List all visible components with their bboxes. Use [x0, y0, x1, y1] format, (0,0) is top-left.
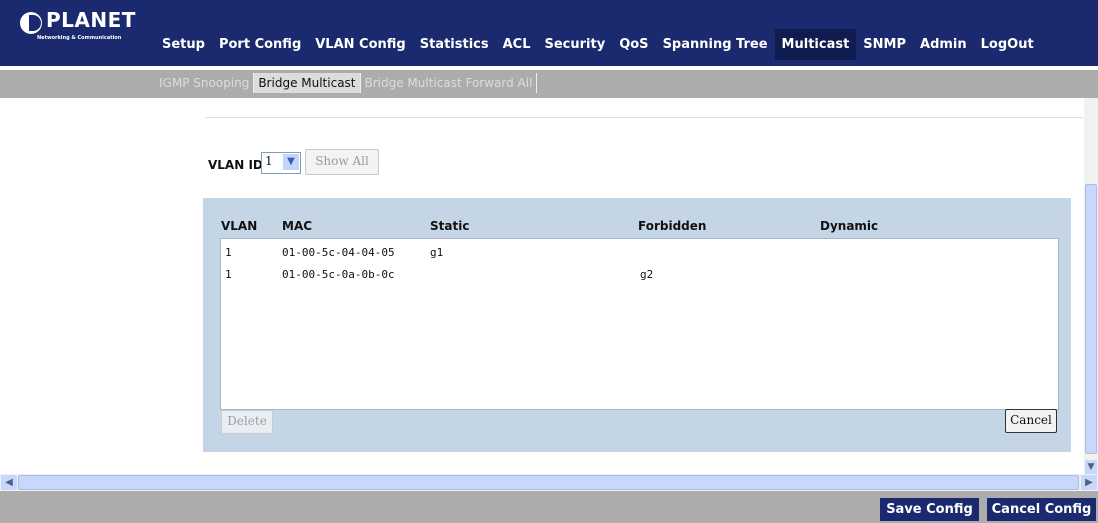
- table-row-2-vlan[interactable]: 1: [225, 268, 232, 281]
- brand-tagline: Networking & Communication: [37, 35, 122, 41]
- nav-logout[interactable]: LogOut: [974, 29, 1041, 60]
- col-header-dynamic: Dynamic: [820, 219, 879, 233]
- scroll-right-icon[interactable]: ▶: [1081, 475, 1097, 490]
- nav-admin[interactable]: Admin: [913, 29, 974, 60]
- nav-snmp[interactable]: SNMP: [856, 29, 913, 60]
- top-banner: PLANET Networking & Communication Setup …: [0, 0, 1098, 66]
- vlan-id-value: 1: [265, 154, 273, 168]
- cancel-config-button[interactable]: Cancel Config: [987, 498, 1096, 521]
- nav-port-config[interactable]: Port Config: [212, 29, 308, 60]
- vertical-scroll-thumb[interactable]: [1085, 184, 1097, 454]
- table-row-2-forbidden[interactable]: g2: [640, 268, 653, 281]
- subnav-bridge-multicast-forward-all[interactable]: Bridge Multicast Forward All: [361, 73, 538, 93]
- nav-spanning-tree[interactable]: Spanning Tree: [656, 29, 775, 60]
- table-row-1-static[interactable]: g1: [430, 246, 443, 259]
- chevron-down-icon[interactable]: ▼: [283, 154, 299, 170]
- nav-vlan-config[interactable]: VLAN Config: [308, 29, 412, 60]
- main-nav: Setup Port Config VLAN Config Statistics…: [155, 29, 1035, 60]
- vertical-scrollbar[interactable]: ▼: [1084, 98, 1098, 474]
- table-row-2-mac[interactable]: 01-00-5c-0a-0b-0c: [282, 268, 395, 281]
- vlan-id-label: VLAN ID: [208, 158, 263, 172]
- divider: [205, 117, 1083, 118]
- subnav-bridge-multicast[interactable]: Bridge Multicast: [254, 73, 361, 93]
- nav-statistics[interactable]: Statistics: [413, 29, 496, 60]
- subnav-igmp-snooping[interactable]: IGMP Snooping: [155, 73, 255, 93]
- horizontal-scroll-thumb[interactable]: [18, 475, 1079, 490]
- horizontal-scrollbar[interactable]: ◀ ▶: [0, 474, 1098, 491]
- col-header-vlan: VLAN: [221, 219, 258, 233]
- nav-setup[interactable]: Setup: [155, 29, 212, 60]
- save-config-button[interactable]: Save Config: [880, 498, 979, 521]
- nav-acl[interactable]: ACL: [496, 29, 538, 60]
- multicast-table[interactable]: 1 01-00-5c-04-04-05 g1 1 01-00-5c-0a-0b-…: [220, 238, 1059, 410]
- nav-multicast[interactable]: Multicast: [774, 29, 857, 60]
- multicast-table-panel: VLAN MAC Static Forbidden Dynamic 1 01-0…: [203, 198, 1071, 452]
- scroll-left-icon[interactable]: ◀: [1, 475, 17, 490]
- delete-button[interactable]: Delete: [221, 410, 273, 434]
- vlan-id-select[interactable]: 1 ▼: [261, 152, 301, 174]
- brand-logo: PLANET Networking & Communication: [0, 0, 155, 66]
- table-row-1-mac[interactable]: 01-00-5c-04-04-05: [282, 246, 395, 259]
- brand-name: PLANET: [46, 8, 136, 32]
- scroll-down-icon[interactable]: ▼: [1085, 460, 1097, 474]
- col-header-static: Static: [430, 219, 470, 233]
- show-all-button[interactable]: Show All: [305, 149, 379, 175]
- footer-bar: Save Config Cancel Config: [0, 491, 1098, 523]
- table-row-1-vlan[interactable]: 1: [225, 246, 232, 259]
- nav-qos[interactable]: QoS: [612, 29, 655, 60]
- subnav: IGMP Snooping Bridge Multicast Bridge Mu…: [155, 70, 538, 96]
- col-header-forbidden: Forbidden: [638, 219, 707, 233]
- nav-security[interactable]: Security: [538, 29, 613, 60]
- planet-logo-icon: [20, 12, 42, 34]
- col-header-mac: MAC: [282, 219, 313, 233]
- main-content: VLAN ID 1 ▼ Show All VLAN MAC Static For…: [0, 98, 1084, 474]
- cancel-button[interactable]: Cancel: [1005, 409, 1057, 433]
